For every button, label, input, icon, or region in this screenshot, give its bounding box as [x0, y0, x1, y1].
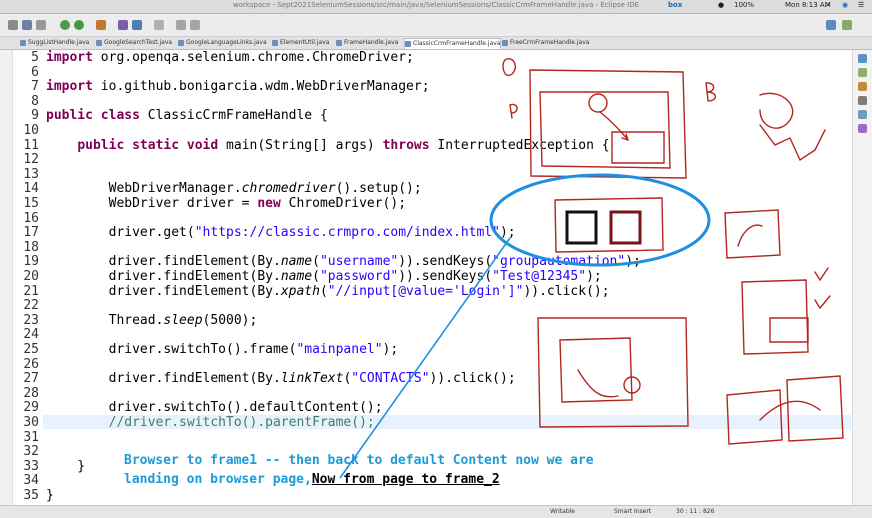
sketch-letter-p — [509, 103, 518, 119]
sketch-inner-page — [539, 91, 671, 169]
pointer-line — [339, 237, 511, 479]
sketch-right-arrow — [759, 124, 826, 162]
annotation-line-2: landing on browser page,Now from page to… — [124, 472, 500, 487]
frame2-box — [609, 210, 642, 245]
sketch-bottom-right-box — [786, 375, 844, 442]
sketch-browser-right — [741, 279, 809, 355]
sketch-right-node — [759, 92, 794, 129]
sketch-frame-right — [769, 317, 809, 343]
annotation-line-2-prefix: landing on browser page, — [124, 472, 312, 487]
status-writable: Writable — [550, 508, 575, 515]
sketch-letter-b — [705, 82, 717, 102]
sketch-browser-top — [529, 69, 687, 179]
sketch-node — [588, 93, 608, 113]
sketch-small-arrow — [737, 224, 763, 247]
status-insert-mode: Smart Insert — [614, 508, 652, 515]
sketch-small-frame — [724, 209, 781, 259]
status-cursor-position: 30 : 11 : 826 — [676, 508, 715, 515]
annotation-line-2-underlined: Now from page to frame_2 — [311, 472, 500, 487]
sketch-arrow — [599, 111, 630, 142]
sketch-bottom-arrow2 — [577, 369, 619, 398]
frame1-box — [565, 210, 598, 245]
status-bar: Writable Smart Insert 30 : 11 : 826 — [0, 505, 872, 518]
sketch-frame-box — [611, 131, 665, 164]
drawing-overlay — [339, 58, 844, 479]
sketch-bottom-arrow — [759, 400, 821, 421]
sketch-checkmarks — [814, 267, 831, 310]
sketch-squiggle — [502, 58, 516, 77]
annotation-line-1: Browser to frame1 -- then back to defaul… — [124, 453, 594, 468]
sketch-bottom-left-box — [726, 389, 783, 445]
